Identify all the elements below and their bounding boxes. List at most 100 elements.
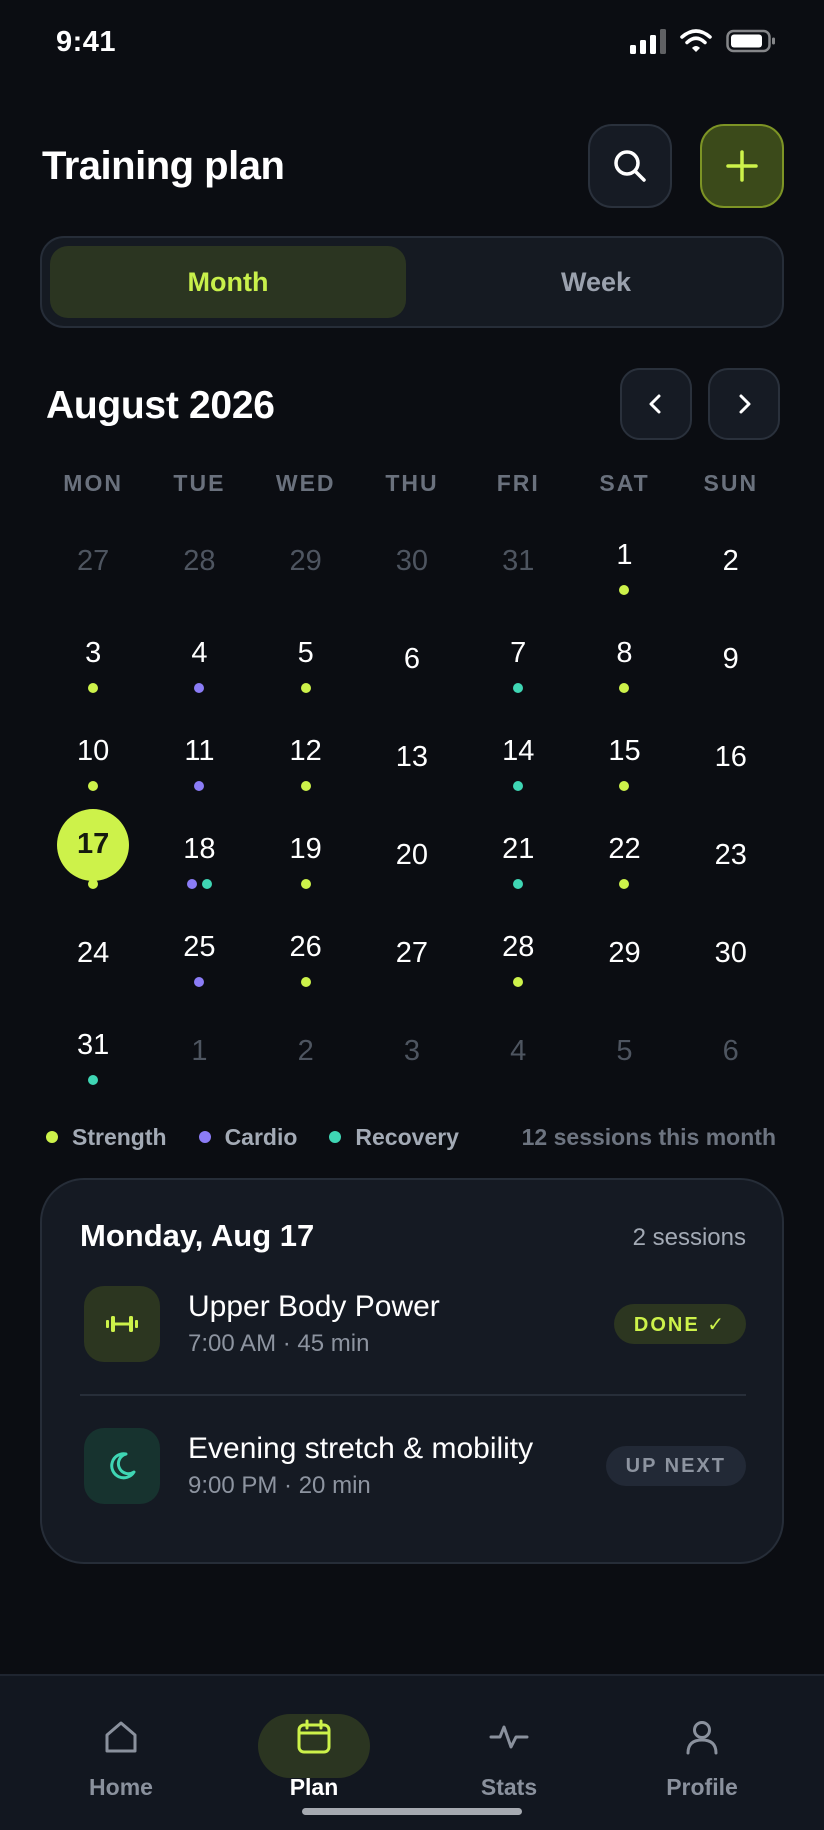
- strength-dot: [300, 683, 311, 693]
- calendar-day[interactable]: 26: [253, 904, 359, 1002]
- calendar-day[interactable]: 21: [465, 806, 571, 904]
- calendar-day[interactable]: 1: [571, 512, 677, 610]
- calendar-day[interactable]: 23: [678, 806, 784, 904]
- calendar-day[interactable]: 15: [571, 708, 677, 806]
- search-icon: [614, 150, 646, 182]
- strength-dot: [619, 683, 630, 693]
- sessions-summary: 12 sessions this month: [521, 1123, 776, 1150]
- calendar-day[interactable]: 30: [678, 904, 784, 1002]
- session-item[interactable]: Upper Body Power 7:00 AM · 45 min DONE ✓: [80, 1280, 746, 1390]
- battery-icon: [726, 29, 775, 53]
- session-dots: [619, 683, 630, 693]
- tab-profile[interactable]: Profile: [632, 1696, 772, 1800]
- calendar-day[interactable]: 20: [359, 806, 465, 904]
- strength-dot: [300, 879, 311, 889]
- session-dots: [194, 683, 205, 693]
- next-month-button[interactable]: [708, 368, 780, 440]
- day-number: 21: [502, 832, 535, 865]
- previous-month-button[interactable]: [620, 368, 692, 440]
- calendar-day[interactable]: 6: [678, 1002, 784, 1100]
- day-number: 8: [616, 636, 633, 669]
- calendar-day[interactable]: 16: [678, 708, 784, 806]
- calendar-day[interactable]: 3: [359, 1002, 465, 1100]
- tab-week[interactable]: Week: [418, 246, 774, 318]
- calendar-day[interactable]: 14: [465, 708, 571, 806]
- tab-home[interactable]: Home: [51, 1696, 191, 1800]
- day-number: 30: [395, 544, 429, 577]
- month-title: August 2026: [46, 384, 275, 427]
- calendar-day[interactable]: 28: [465, 904, 571, 1002]
- weekday-label: MON: [63, 470, 123, 496]
- calendar-day[interactable]: 29: [253, 512, 359, 610]
- calendar-day[interactable]: 12: [253, 708, 359, 806]
- weekday-header: MON TUE WED THU FRI SAT SUN: [40, 470, 784, 497]
- cardio-dot: [198, 1131, 211, 1143]
- strength-dot: [619, 585, 630, 595]
- status-time: 9:41: [56, 26, 117, 58]
- calendar-day[interactable]: 2: [253, 1002, 359, 1100]
- tab-month[interactable]: Month: [50, 246, 406, 318]
- tab-label: Home: [89, 1774, 153, 1800]
- tab-stats[interactable]: Stats: [439, 1696, 579, 1800]
- day-number: 13: [395, 740, 429, 773]
- calendar-day[interactable]: 11: [146, 708, 252, 806]
- calendar-day[interactable]: 4: [465, 1002, 571, 1100]
- calendar-day[interactable]: 31: [465, 512, 571, 610]
- session-dots: [513, 977, 524, 987]
- calendar-day[interactable]: 5: [571, 1002, 677, 1100]
- home-icon: [101, 1718, 141, 1756]
- add-session-button[interactable]: [700, 124, 784, 208]
- day-number: 27: [77, 544, 110, 577]
- calendar-day[interactable]: 1: [146, 1002, 252, 1100]
- day-number: 27: [395, 936, 429, 969]
- day-number: 26: [289, 930, 322, 963]
- calendar-day[interactable]: 6: [359, 610, 465, 708]
- strength-dot: [46, 1131, 58, 1143]
- day-number: 30: [714, 936, 747, 969]
- strength-dot: [513, 977, 524, 987]
- calendar-day-today[interactable]: 17: [40, 806, 146, 904]
- tab-plan[interactable]: Plan: [244, 1696, 384, 1800]
- day-number: 10: [77, 734, 110, 767]
- calendar-day[interactable]: 27: [359, 904, 465, 1002]
- calendar-day[interactable]: 9: [678, 610, 784, 708]
- calendar-day[interactable]: 19: [253, 806, 359, 904]
- recovery-dot: [201, 879, 212, 889]
- cardio-dot: [186, 879, 197, 889]
- page-title: Training plan: [42, 144, 285, 188]
- calendar-day[interactable]: 28: [146, 512, 252, 610]
- day-number: 22: [608, 832, 641, 865]
- session-dots: [619, 781, 630, 791]
- divider: [80, 1394, 746, 1396]
- calendar-day[interactable]: 27: [40, 512, 146, 610]
- legend: Strength Cardio Recovery 12 sessions thi…: [46, 1122, 776, 1152]
- calendar-day[interactable]: 8: [571, 610, 677, 708]
- calendar-day[interactable]: 31: [40, 1002, 146, 1100]
- day-number: 20: [395, 838, 429, 871]
- calendar-day[interactable]: 22: [571, 806, 677, 904]
- calendar-day[interactable]: 25: [146, 904, 252, 1002]
- recovery-dot: [329, 1131, 342, 1143]
- calendar-day[interactable]: 24: [40, 904, 146, 1002]
- search-button[interactable]: [588, 124, 672, 208]
- recovery-dot: [513, 683, 524, 693]
- calendar-day[interactable]: 13: [359, 708, 465, 806]
- day-number: 9: [722, 642, 739, 675]
- calendar-day[interactable]: 2: [678, 512, 784, 610]
- session-icon: [84, 1428, 160, 1504]
- cardio-dot: [194, 781, 205, 791]
- day-number: 7: [510, 636, 527, 669]
- calendar-day[interactable]: 30: [359, 512, 465, 610]
- calendar-day[interactable]: 10: [40, 708, 146, 806]
- calendar-day[interactable]: 4: [146, 610, 252, 708]
- calendar-day[interactable]: 7: [465, 610, 571, 708]
- calendar-day[interactable]: 29: [571, 904, 677, 1002]
- session-meta: 9:00 PM · 20 min: [188, 1472, 371, 1499]
- session-dots: [300, 977, 311, 987]
- calendar-day[interactable]: 3: [40, 610, 146, 708]
- day-number: 1: [191, 1034, 208, 1067]
- session-item[interactable]: Evening stretch & mobility 9:00 PM · 20 …: [80, 1422, 746, 1532]
- calendar-day[interactable]: 18: [146, 806, 252, 904]
- calendar-day[interactable]: 5: [253, 610, 359, 708]
- view-toggle: Month Week: [40, 236, 784, 328]
